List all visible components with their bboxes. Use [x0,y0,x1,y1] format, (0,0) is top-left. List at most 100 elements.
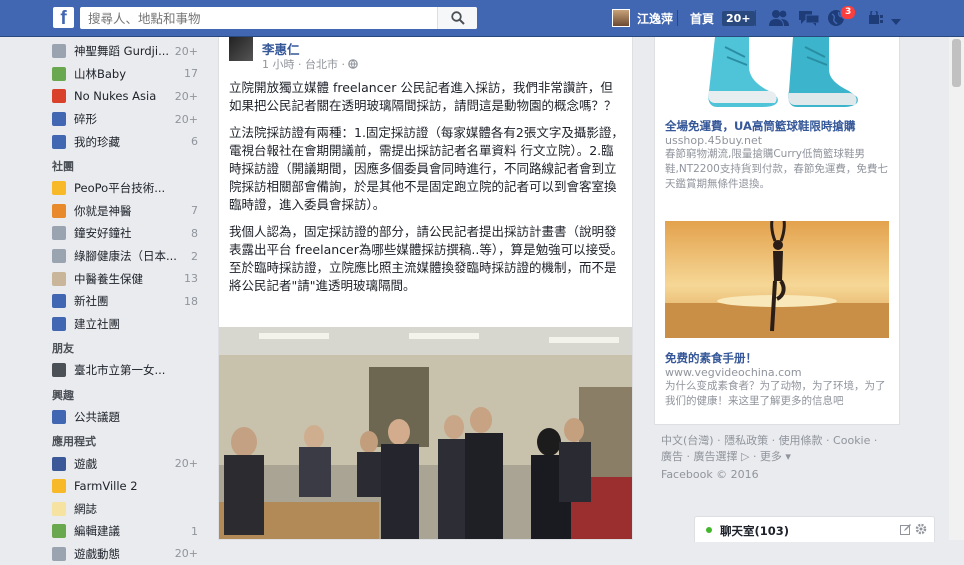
sidebar-item[interactable]: 編輯建議 1 [52,520,198,543]
game-icon [52,456,66,471]
sidebar-item[interactable]: 你就是神醫 7 [52,200,198,223]
sidebar-item-label: 鐘安好鐘社 [74,226,132,241]
sidebar-item-count: 20+ [174,89,198,103]
sidebar-item[interactable]: 遊戲動態 20+ [52,543,198,565]
online-status-icon [706,527,712,533]
flag-icon [52,89,66,104]
sidebar-item[interactable]: PeoPo平台技術... [52,177,198,200]
ad-image-yoga[interactable] [665,221,889,338]
notification-count-badge: 3 [840,5,857,20]
post-paragraph: 我個人認為，固定採訪證的部分，請公民記者提出採訪計畫書（說明發表露出平台 fre… [229,224,624,293]
sidebar-item-count: 20+ [174,457,198,471]
friend-requests-icon[interactable] [768,9,790,30]
sidebar-item-label: 網誌 [74,501,97,516]
post-timestamp[interactable]: 1 小時 · 台北市 · [262,56,359,72]
copyright: Facebook © 2016 [661,468,759,481]
sidebar-item-label: 綠腳健康法（日本... [74,249,177,264]
sidebar-item[interactable]: 中醫養生保健 13 [52,267,198,290]
sidebar-item-label: 神聖舞蹈 Gurdji... [74,44,170,59]
group-icon [52,112,66,127]
controller-icon [52,546,66,561]
scrollbar-thumb[interactable] [952,39,961,87]
sidebar-item[interactable]: 神聖舞蹈 Gurdji... 20+ [52,40,198,63]
messages-icon[interactable] [798,9,820,30]
left-sidebar: 神聖舞蹈 Gurdji... 20+ 山林Baby 17 No Nukes Asia 20… [52,40,198,565]
sidebar-item[interactable]: 建立社團 [52,313,198,336]
page-scrollbar[interactable] [949,37,964,540]
sidebar-item-count: 18 [184,294,198,308]
news-feed-post: 李惠仁 1 小時 · 台北市 · 立院開放獨立媒體 freelancer 公民記… [218,37,633,540]
ad-image-shoes[interactable] [665,37,889,109]
farm-icon [52,479,66,494]
search-input[interactable] [80,7,435,29]
sidebar-item[interactable]: No Nukes Asia 20+ [52,85,198,108]
sidebar-item-label: PeoPo平台技術... [74,181,166,196]
ad-url[interactable]: usshop.45buy.net [665,134,889,147]
search-box [80,7,477,29]
search-icon [451,11,465,25]
sidebar-item[interactable]: 我的珍藏 6 [52,130,198,153]
account-settings-chevron-icon[interactable] [891,14,901,28]
sidebar-item-count: 17 [184,67,198,81]
sidebar-item-count: 20+ [174,112,198,126]
check-icon [52,524,66,539]
sidebar-item-label: 新社團 [74,294,109,309]
sidebar-item-label: 你就是神醫 [74,203,132,218]
sidebar-section-title[interactable]: 朋友 [52,339,198,359]
sidebar-item[interactable]: 遊戲 20+ [52,452,198,475]
sidebar-section-title[interactable]: 社團 [52,157,198,177]
sidebar-item[interactable]: 鐘安好鐘社 8 [52,222,198,245]
compose-icon[interactable] [900,524,911,535]
sidebar-item[interactable]: 碎形 20+ [52,108,198,131]
post-paragraph: 立法院採訪證有兩種：1.固定採訪證（每家媒體各有2張文字及攝影證，電視台報社在會… [229,125,624,212]
ad-title[interactable]: 全場免運費，UA高筒籃球鞋限時搶購 [665,118,889,134]
post-paragraph: 立院開放獨立媒體 freelancer 公民記者進入採訪，我們非常讚許，但如果把… [229,80,617,113]
avatar [612,9,630,27]
sidebar-item-label: 遊戲動態 [74,546,120,561]
friends-icon [52,363,66,378]
profile-link[interactable]: 江逸萍 [612,8,673,28]
sidebar-item-count: 7 [191,204,198,218]
sponsored-ads: 全場免運費，UA高筒籃球鞋限時搶購 usshop.45buy.net 春節窮物潮… [654,37,900,425]
globe-privacy-icon [348,59,359,69]
list-icon [52,410,66,425]
sidebar-item[interactable]: 新社團 18 [52,290,198,313]
ad-title[interactable]: 免费的素食手册！ [665,350,889,366]
ad-block-1[interactable]: 全場免運費，UA高筒籃球鞋限時搶購 usshop.45buy.net 春節窮物潮… [665,118,889,192]
tree-icon [52,66,66,81]
post-author-avatar[interactable] [229,37,253,61]
sidebar-item[interactable]: 綠腳健康法（日本... 2 [52,245,198,268]
sidebar-item-label: 碎形 [74,112,97,127]
gear-icon[interactable] [915,523,927,535]
home-label: 首頁 [690,11,715,26]
ad-url[interactable]: www.vegvideochina.com [665,366,889,379]
sidebar-item[interactable]: 網誌 [52,498,198,521]
chat-sidebar-tab[interactable]: 聊天室(103) [694,516,935,542]
sidebar-item[interactable]: 臺北市立第一女... [52,359,198,382]
sidebar-item-label: 山林Baby [74,66,127,81]
facebook-logo[interactable]: f [53,7,74,28]
bulb-icon [52,181,66,196]
ad-description: 为什么变成素食者？为了动物，为了环境，为了我们的健康！来这里了解更多的信息吧 [665,380,886,407]
sidebar-item[interactable]: 公共議題 [52,406,198,429]
ad-block-2[interactable]: 免费的素食手册！ www.vegvideochina.com 为什么变成素食者？… [665,350,889,409]
leaf-icon [52,226,66,241]
sidebar-item-label: 遊戲 [74,456,97,471]
sidebar-item[interactable]: 山林Baby 17 [52,63,198,86]
sidebar-item-label: 編輯建議 [74,524,120,539]
bookmark-icon [52,134,66,149]
home-button[interactable]: 首頁 20+ [683,6,762,30]
search-button[interactable] [437,7,477,29]
privacy-shortcuts-icon[interactable] [868,9,884,28]
sidebar-item-label: 臺北市立第一女... [74,363,166,378]
post-photo[interactable] [219,327,632,539]
leaf-icon [52,249,66,264]
sidebar-item-count: 13 [184,272,198,286]
footer-links[interactable]: 廣告 · 廣告選擇 ▷ · 更多 ▾ [661,449,901,465]
sidebar-item-label: 我的珍藏 [74,134,120,149]
footer-links[interactable]: 中文(台灣) · 隱私政策 · 使用條款 · Cookie · [661,433,901,449]
sidebar-section-title[interactable]: 應用程式 [52,432,198,452]
sidebar-item[interactable]: FarmVille 2 [52,475,198,498]
sidebar-section-title[interactable]: 興趣 [52,386,198,406]
people-icon [52,44,66,59]
